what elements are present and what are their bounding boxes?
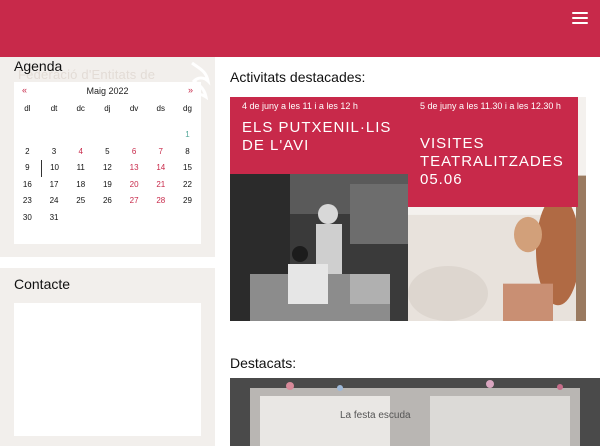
calendar-week-row: 2345678 [14,144,201,161]
festival-photo: La festa escuda [230,378,600,446]
calendar-day[interactable]: 21 [147,177,174,194]
highlights-title: Destacats: [230,355,297,371]
calendar-week-row: 16 17 18 19 20 21 22 [14,177,201,194]
calendar-empty-cell [174,210,201,227]
calendar: « Maig 2022 » dl dt dc dj dv ds dg 1 2 3 4 5 6 7 8 9 10 1… [14,82,201,244]
calendar-day[interactable]: 22 [174,177,201,194]
weekday-label: dg [183,104,192,113]
weekday-label: dc [76,104,85,113]
card-header: 5 de juny a les 11.30 i a les 12.30 h Vi… [408,97,578,207]
agenda-title: Agenda [14,58,63,74]
calendar-empty-cell [14,127,41,144]
calendar-day[interactable]: 26 [94,193,121,210]
contact-box [14,303,201,436]
hamburger-menu-icon[interactable] [572,12,588,26]
puppets-photo [230,174,408,321]
calendar-empty-cell [147,210,174,227]
calendar-empty-cell [67,210,94,227]
calendar-empty-cell [121,127,148,144]
calendar-week-row: 23 24 25 26 27 28 29 [14,193,201,210]
calendar-day[interactable]: 17 [41,177,68,194]
calendar-day[interactable]: 29 [174,193,201,210]
contacte-panel: Contacte [0,268,215,446]
calendar-day[interactable]: 15 [174,160,201,177]
highlights-photo[interactable]: La festa escuda [230,378,600,446]
calendar-day[interactable]: 23 [14,193,41,210]
calendar-week-row: 30 31 [14,210,201,227]
calendar-day[interactable]: 11 [67,160,94,177]
card-title[interactable]: Els Putxenil·lis de l'Avi [242,119,402,155]
calendar-header: « Maig 2022 » [14,82,201,100]
calendar-day[interactable]: 12 [94,160,121,177]
calendar-empty-cell [147,127,174,144]
calendar-day[interactable]: 14 [147,160,174,177]
calendar-day[interactable]: 16 [14,177,41,194]
calendar-day[interactable]: 24 [41,193,68,210]
calendar-month-label: Maig 2022 [86,86,129,96]
calendar-empty-cell [67,127,94,144]
calendar-day[interactable]: 2 [14,144,41,161]
calendar-day[interactable]: 25 [67,193,94,210]
calendar-day[interactable]: 1 [174,127,201,144]
weekday-label: dt [50,104,58,113]
card-title[interactable]: Visites teatralitzades 05.06 [420,135,570,189]
calendar-day[interactable]: 19 [94,177,121,194]
calendar-day[interactable]: 18 [67,177,94,194]
card-date: 4 de juny a les 11 i a les 12 h [242,101,358,111]
calendar-day[interactable]: 27 [121,193,148,210]
calendar-empty-cell [121,210,148,227]
calendar-day[interactable]: 8 [174,144,201,161]
top-bar [0,0,600,57]
weekday-label: dl [24,104,31,113]
photo-sign-text: La festa escuda [340,410,411,421]
calendar-day[interactable]: 7 [147,144,174,161]
calendar-week-row: 9 10 11 12 13 14 15 [14,160,201,177]
weekday-label: dj [104,104,111,113]
calendar-empty-cell [94,210,121,227]
card-date: 5 de juny a les 11.30 i a les 12.30 h [420,101,561,111]
calendar-day[interactable]: 10 [40,160,68,177]
calendar-day[interactable]: 30 [14,210,41,227]
calendar-next-button[interactable]: » [188,85,193,95]
calendar-day[interactable]: 28 [147,193,174,210]
calendar-day[interactable]: 6 [121,144,148,161]
calendar-day[interactable]: 5 [94,144,121,161]
calendar-empty-cell [94,127,121,144]
contacte-title: Contacte [14,276,71,292]
calendar-weekday-row: dl dt dc dj dv ds dg [14,101,201,118]
calendar-day[interactable]: 9 [14,160,41,177]
calendar-day[interactable]: 13 [121,160,148,177]
calendar-empty-cell [41,127,68,144]
calendar-day[interactable]: 4 [67,144,94,161]
weekday-label: dv [129,104,139,113]
calendar-day[interactable]: 20 [121,177,148,194]
card-header: 4 de juny a les 11 i a les 12 h Els Putx… [230,97,408,174]
agenda-panel: Federació d'Entitats de Agenda « Maig 20… [0,57,215,257]
calendar-day[interactable]: 31 [41,210,68,227]
calendar-grid: dl dt dc dj dv ds dg 1 2 3 4 5 6 7 8 9 10 11 12 13 14 15 16 17 1… [14,104,201,227]
activity-card[interactable]: 5 de juny a les 11.30 i a les 12.30 h Vi… [408,97,586,321]
calendar-day[interactable]: 3 [41,144,68,161]
weekday-label: ds [156,104,165,113]
featured-activities-title: Activitats destacades: [230,69,366,85]
activity-card[interactable]: 4 de juny a les 11 i a les 12 h Els Putx… [230,97,408,321]
main-content: Activitats destacades: 4 de juny a les 1… [230,57,600,446]
sidebar: Federació d'Entitats de Agenda « Maig 20… [0,57,215,446]
calendar-week-row: 1 [14,127,201,144]
